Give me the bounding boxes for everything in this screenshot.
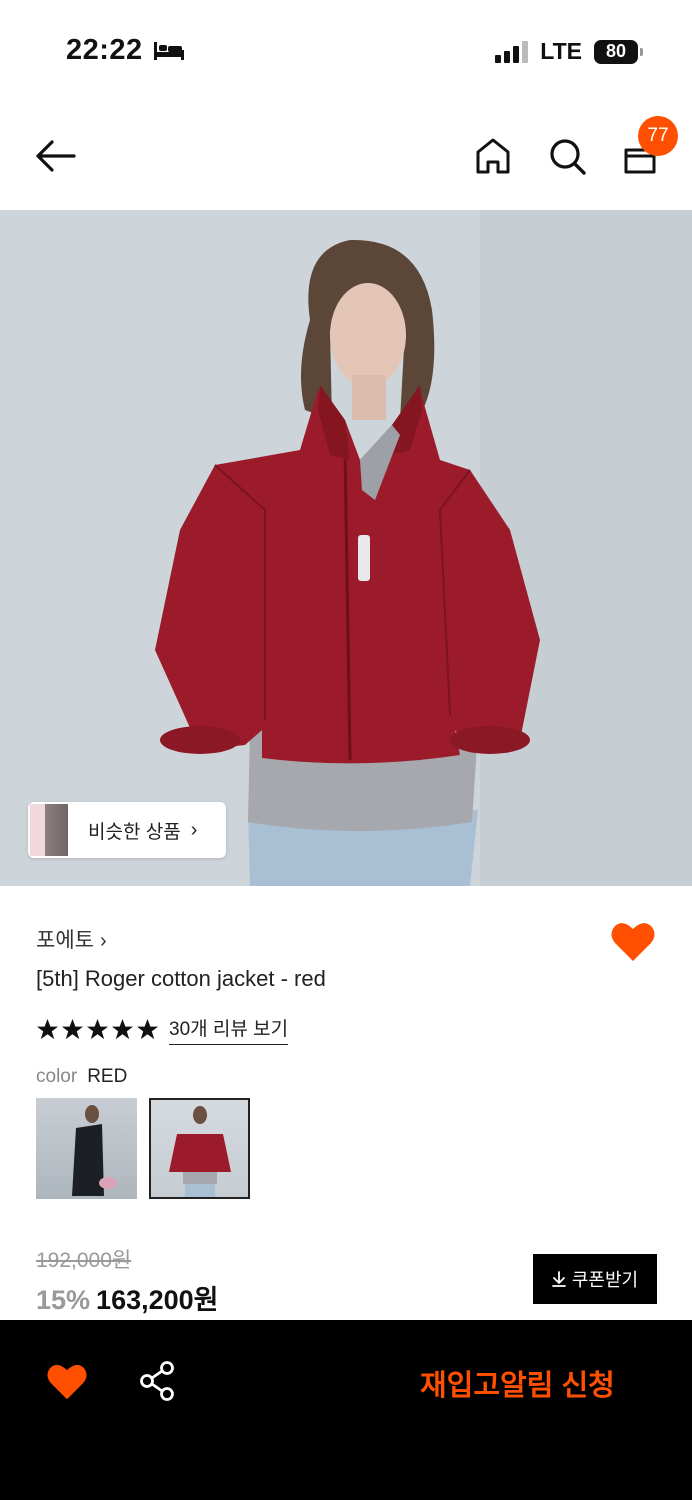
bottom-action-bar: 재입고알림 신청 [0, 1320, 692, 1500]
share-icon[interactable] [138, 1360, 176, 1402]
original-price: 192,000원 [36, 1249, 132, 1272]
chevron-right-icon: › [99, 930, 107, 952]
back-arrow-icon[interactable] [34, 136, 78, 176]
similar-product-thumbnail [30, 804, 68, 856]
color-row: color RED [36, 1066, 127, 1088]
product-image[interactable]: 비슷한 상품 › [0, 210, 692, 886]
home-icon[interactable] [474, 136, 512, 176]
color-value: RED [87, 1066, 128, 1087]
heart-icon[interactable] [46, 1362, 88, 1402]
get-coupon-label: 쿠폰받기 [571, 1270, 639, 1290]
color-swatches [36, 1098, 250, 1199]
star-icon [36, 1018, 59, 1040]
star-icon [136, 1018, 159, 1040]
product-title: [5th] Roger cotton jacket - red [36, 966, 326, 991]
star-icon [86, 1018, 109, 1040]
get-coupon-button[interactable]: 쿠폰받기 [533, 1254, 657, 1304]
download-icon [551, 1271, 566, 1287]
discount-rate: 15% [36, 1285, 91, 1315]
chevron-right-icon: › [190, 818, 198, 841]
network-label: LTE [540, 38, 582, 64]
color-label: color [36, 1066, 78, 1087]
sale-price: 163,200원 [96, 1285, 219, 1315]
signal-icon [495, 40, 529, 63]
wishlist-heart-icon[interactable] [610, 920, 656, 964]
battery-level: 80 [605, 41, 627, 61]
price-row: 15% 163,200원 [36, 1278, 219, 1317]
brand-link[interactable]: 포에토 › [36, 924, 107, 954]
top-navigation: 77 [0, 100, 692, 210]
brand-name: 포에토 [36, 929, 94, 952]
color-swatch-red[interactable] [149, 1098, 250, 1199]
star-icon [111, 1018, 134, 1040]
star-icon [61, 1018, 84, 1040]
rating-row: 30개 리뷰 보기 [36, 1014, 289, 1045]
review-link[interactable]: 30개 리뷰 보기 [169, 1014, 289, 1045]
product-photo [0, 210, 692, 886]
star-rating [36, 1018, 159, 1041]
cart-count-badge[interactable]: 77 [638, 116, 678, 156]
similar-products-label: 비슷한 상품 [88, 821, 181, 843]
status-time: 22:22 [66, 34, 143, 66]
similar-products-button[interactable]: 비슷한 상품 › [28, 802, 226, 858]
battery-icon: 80 [594, 39, 643, 64]
color-swatch-black[interactable] [36, 1098, 137, 1199]
search-icon[interactable] [547, 136, 587, 176]
status-bar: 22:22 LTE 80 [0, 0, 692, 100]
sleep-mode-icon [154, 42, 184, 60]
restock-alert-button[interactable]: 재입고알림 신청 [420, 1362, 615, 1404]
status-indicators: LTE 80 [495, 38, 643, 65]
